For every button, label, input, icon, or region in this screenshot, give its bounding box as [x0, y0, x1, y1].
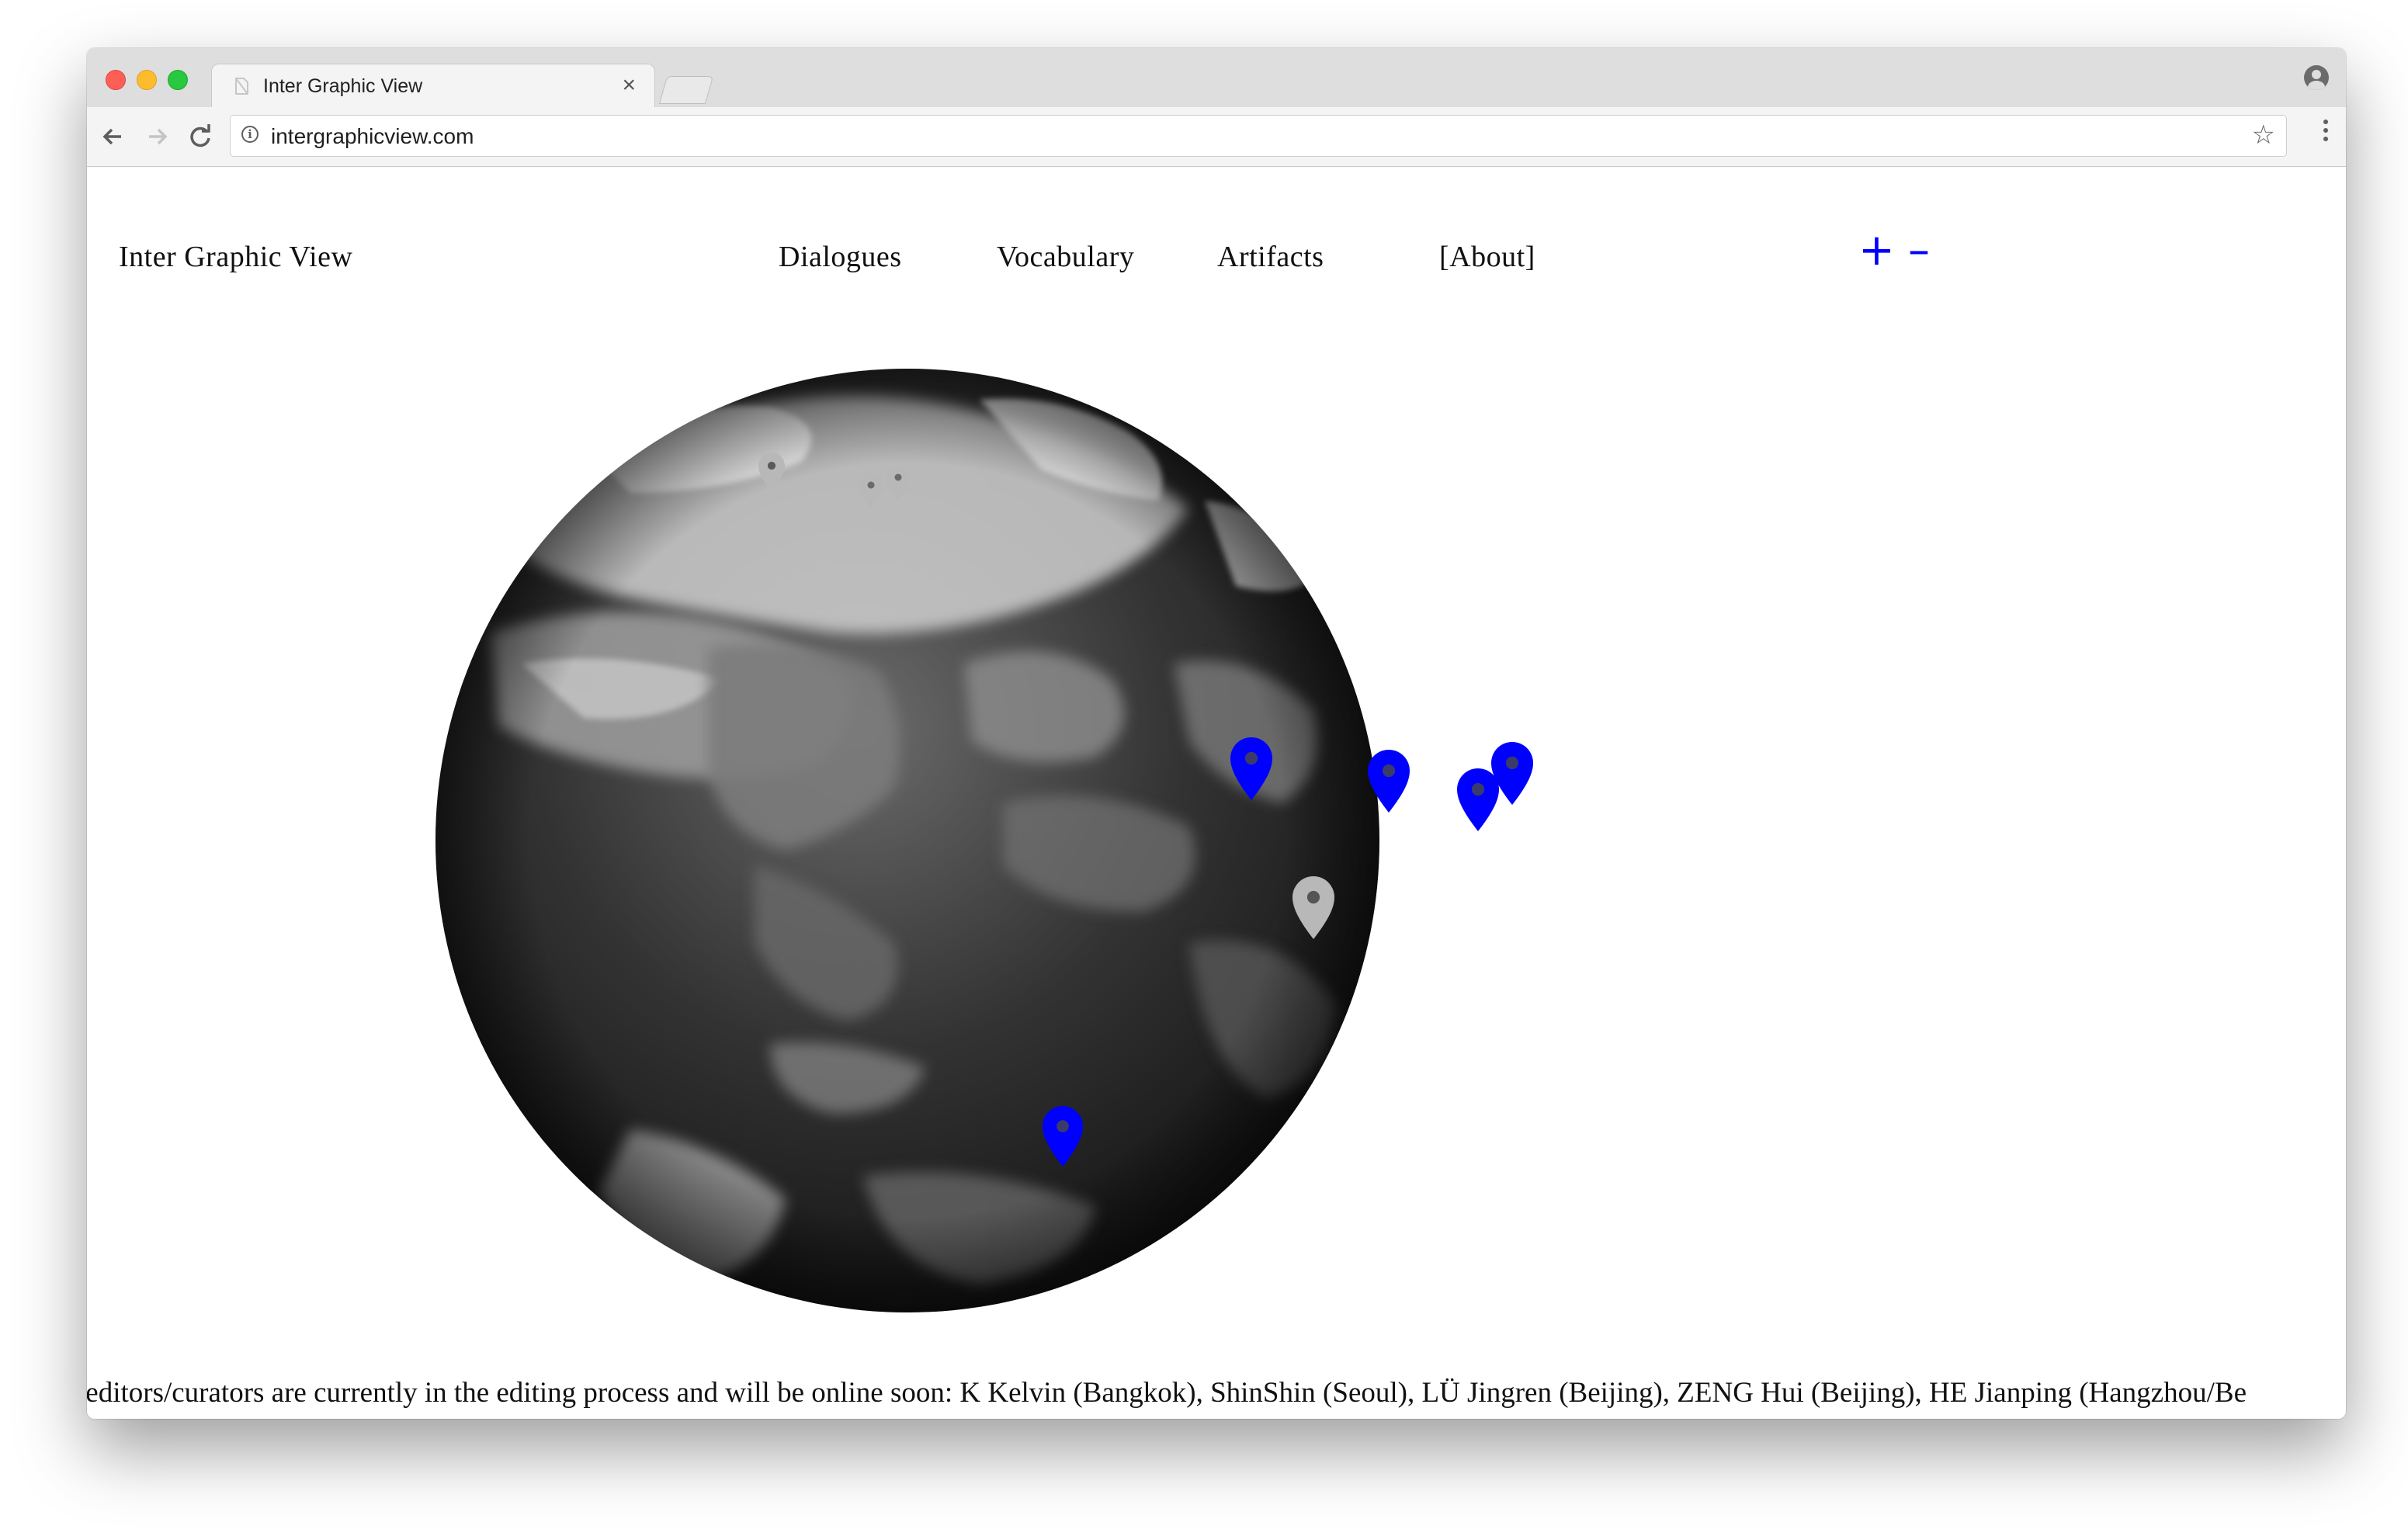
page-content: Inter Graphic View Dialogues Vocabulary …: [87, 167, 2346, 1419]
info-icon[interactable]: i: [241, 126, 258, 143]
nav-dialogues[interactable]: Dialogues: [779, 240, 902, 274]
back-icon[interactable]: [98, 121, 129, 152]
zoom-window-button[interactable]: [168, 70, 188, 90]
zoom-in-button[interactable]: +: [1858, 227, 1895, 274]
url-text[interactable]: intergraphicview.com: [271, 124, 474, 149]
tab-title: Inter Graphic View: [263, 75, 423, 97]
site-title[interactable]: Inter Graphic View: [119, 240, 352, 274]
browser-window: Inter Graphic View × i intergraphicview.…: [87, 48, 2346, 1419]
address-bar[interactable]: i intergraphicview.com ☆: [230, 115, 2287, 157]
zoom-out-button[interactable]: –: [1908, 227, 1930, 274]
news-ticker: /editors/curators are currently in the e…: [87, 1376, 2346, 1409]
close-window-button[interactable]: [106, 70, 126, 90]
nav-artifacts[interactable]: Artifacts: [1217, 240, 1324, 274]
bookmark-star-icon[interactable]: ☆: [2252, 120, 2275, 150]
nav-about[interactable]: [About]: [1439, 240, 1535, 274]
browser-menu-icon[interactable]: [2323, 120, 2329, 151]
browser-toolbar: i intergraphicview.com ☆: [87, 107, 2346, 167]
new-tab-button[interactable]: [658, 76, 714, 104]
minimize-window-button[interactable]: [137, 70, 157, 90]
tab-close-icon[interactable]: ×: [622, 74, 636, 97]
tab-active[interactable]: Inter Graphic View ×: [211, 64, 655, 109]
nav-vocabulary[interactable]: Vocabulary: [997, 240, 1134, 274]
reload-icon[interactable]: [185, 121, 216, 152]
profile-icon[interactable]: [2304, 65, 2329, 90]
tab-strip: Inter Graphic View ×: [87, 48, 2346, 109]
map-marker-active[interactable]: [1457, 768, 1499, 831]
page-favicon-icon: [232, 77, 251, 95]
ticker-text: /editors/curators are currently in the e…: [87, 1377, 2247, 1409]
earth-sphere: [435, 369, 1379, 1312]
forward-icon[interactable]: [141, 121, 172, 152]
globe[interactable]: [87, 167, 2346, 1419]
